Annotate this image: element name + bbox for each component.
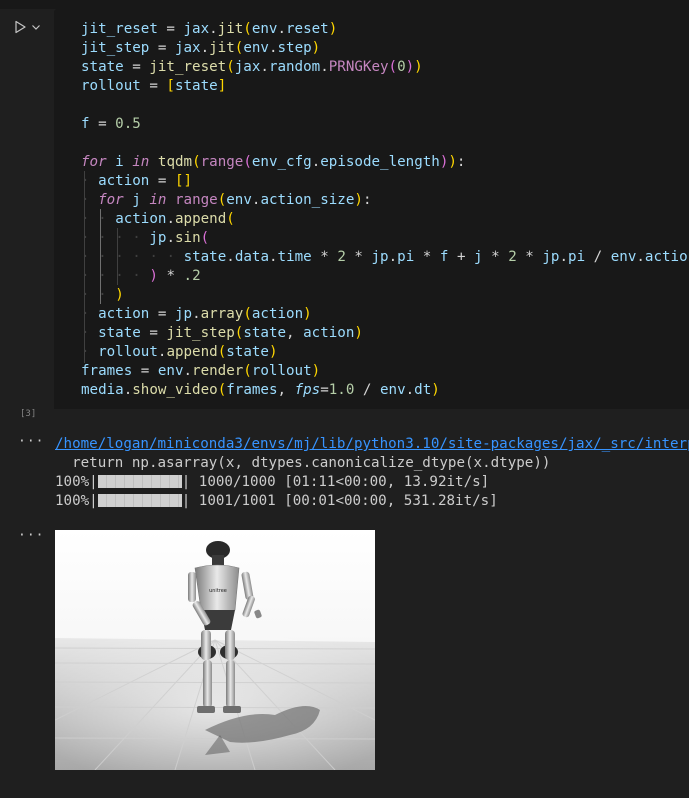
code-line: media.show_video(frames, fps=1.0 / env.d…: [81, 382, 440, 398]
code-line: frames = env.render(rollout): [81, 363, 321, 379]
video-output[interactable]: unitree: [55, 530, 375, 770]
progress-line: 100%| | 1001/1001 [00:01<00:00, 531.28it/…: [55, 493, 498, 509]
code-line: · · action.append(: [81, 211, 235, 227]
output-menu-icon[interactable]: ···: [18, 528, 44, 543]
execution-count: [3]: [20, 409, 37, 419]
top-strip: [0, 0, 689, 9]
code-line: jit_step = jax.jit(env.step): [81, 40, 321, 56]
code-line: · for j in range(env.action_size):: [81, 192, 372, 208]
code-line: · · ): [81, 287, 124, 303]
chevron-down-icon[interactable]: [31, 22, 41, 32]
code-line: rollout = [state]: [81, 78, 227, 94]
code-line: for i in tqdm(range(env_cfg.episode_leng…: [81, 154, 466, 170]
code-line: · · · · jp.sin(: [81, 230, 210, 246]
code-line: · · · · · · state.data.time * 2 * jp.pi …: [81, 249, 689, 265]
robot-logo-text: unitree: [209, 588, 227, 594]
play-icon[interactable]: [12, 19, 28, 35]
progress-bar: [97, 475, 182, 488]
code-line: · · · · ) * .2: [81, 268, 201, 284]
code-line: f = 0.5: [81, 116, 141, 132]
code-line: · action = []: [81, 173, 193, 189]
code-line: state = jit_reset(jax.random.PRNGKey(0)): [81, 59, 423, 75]
code-line: · state = jit_step(state, action): [81, 325, 363, 341]
output-menu-icon[interactable]: ···: [18, 434, 44, 449]
progress-bar: [97, 494, 182, 507]
progress-line: 100%| | 1000/1000 [01:11<00:00, 13.92it/s…: [55, 474, 490, 490]
warning-path-link[interactable]: /home/logan/miniconda3/envs/mj/lib/pytho…: [55, 435, 689, 454]
code-line: · rollout.append(state): [81, 344, 278, 360]
code-line: · action = jp.array(action): [81, 306, 312, 322]
warning-code-line: return np.asarray(x, dtypes.canonicalize…: [55, 455, 551, 471]
code-line: jit_reset = jax.jit(env.reset): [81, 21, 338, 37]
robot-render-image: unitree: [55, 530, 375, 770]
